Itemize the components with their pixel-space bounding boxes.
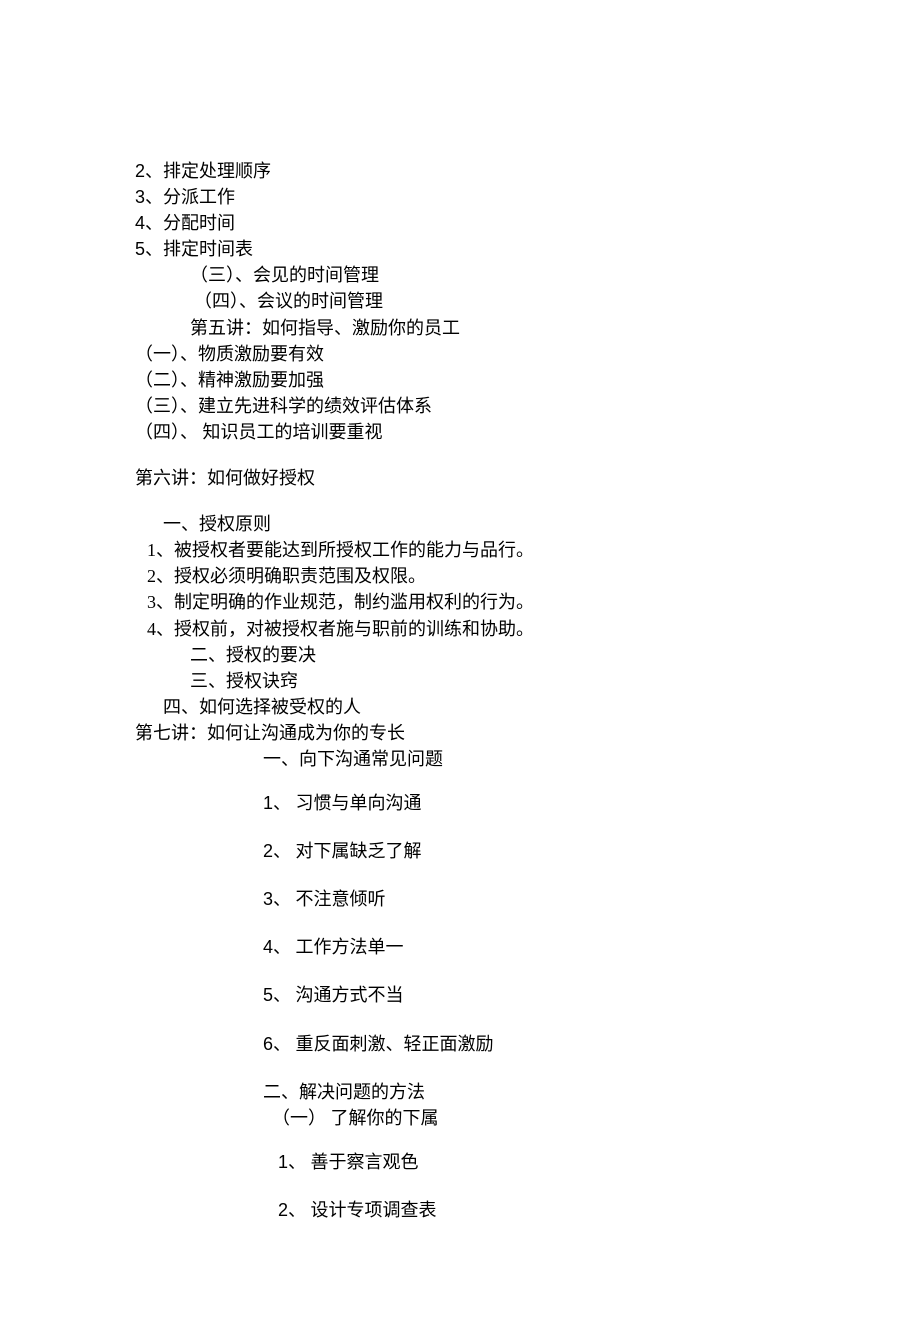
item-text: 设计专项调查表 (306, 1200, 437, 1220)
list-item: 2、 对下属缺乏了解 (135, 838, 820, 864)
lecture-5-title: 第五讲：如何指导、激励你的员工 (135, 315, 820, 341)
lecture-7-section-2-title: 二、解决问题的方法 (135, 1079, 820, 1105)
item-number: 5、 (135, 239, 163, 259)
item-number: 2、 (263, 841, 291, 861)
list-item: 5、排定时间表 (135, 236, 820, 262)
item-text: 沟通方式不当 (291, 985, 404, 1005)
list-item: 1、被授权者要能达到所授权工作的能力与品行。 (135, 537, 820, 563)
list-item: 1、 习惯与单向沟通 (135, 790, 820, 816)
item-text: 排定处理顺序 (163, 161, 271, 181)
item-number: 3、 (135, 187, 163, 207)
list-item: 3、分派工作 (135, 184, 820, 210)
list-item: 3、制定明确的作业规范，制约滥用权利的行为。 (135, 589, 820, 615)
item-number: 2、 (135, 161, 163, 181)
list-item: 2、 设计专项调查表 (135, 1197, 820, 1223)
item-number: 2、 (278, 1200, 306, 1220)
list-item: 6、 重反面刺激、轻正面激励 (135, 1031, 820, 1057)
lecture-6-section-1-title: 一、授权原则 (135, 511, 820, 537)
subsection-title: （四）、会议的时间管理 (135, 288, 820, 314)
list-item: 5、 沟通方式不当 (135, 982, 820, 1008)
list-item: （一）、物质激励要有效 (135, 341, 820, 367)
item-number: 6、 (263, 1034, 291, 1054)
item-text: 重反面刺激、轻正面激励 (291, 1034, 494, 1054)
list-item: 四、如何选择被受权的人 (135, 694, 820, 720)
item-number: 3、 (263, 889, 291, 909)
list-item: 2、排定处理顺序 (135, 158, 820, 184)
list-item: （四）、 知识员工的培训要重视 (135, 419, 820, 445)
item-text: 工作方法单一 (291, 937, 404, 957)
lecture-7-title: 第七讲：如何让沟通成为你的专长 (135, 720, 820, 746)
list-item: 二、授权的要决 (135, 642, 820, 668)
list-item: （二）、精神激励要加强 (135, 367, 820, 393)
item-text: 对下属缺乏了解 (291, 841, 422, 861)
item-text: 排定时间表 (163, 239, 253, 259)
item-number: 1、 (263, 793, 291, 813)
subsection-title: （三）、会见的时间管理 (135, 262, 820, 288)
item-number: 1、 (278, 1152, 306, 1172)
list-item: 4、 工作方法单一 (135, 934, 820, 960)
list-item: 1、 善于察言观色 (135, 1149, 820, 1175)
lecture-7-section-1-title: 一、向下沟通常见问题 (135, 746, 820, 772)
lecture-6-title: 第六讲：如何做好授权 (135, 465, 820, 491)
lecture-7-section-2-sub1: （一） 了解你的下属 (135, 1105, 820, 1131)
list-item: 4、分配时间 (135, 210, 820, 236)
item-text: 不注意倾听 (291, 889, 386, 909)
list-item: （三）、建立先进科学的绩效评估体系 (135, 393, 820, 419)
item-text: 善于察言观色 (306, 1152, 419, 1172)
list-item: 2、授权必须明确职责范围及权限。 (135, 563, 820, 589)
item-number: 5、 (263, 985, 291, 1005)
item-text: 分派工作 (163, 187, 235, 207)
item-text: 分配时间 (163, 213, 235, 233)
item-text: 习惯与单向沟通 (291, 793, 422, 813)
item-number: 4、 (135, 213, 163, 233)
item-number: 4、 (263, 937, 291, 957)
list-item: 3、 不注意倾听 (135, 886, 820, 912)
document-page: 2、排定处理顺序 3、分派工作 4、分配时间 5、排定时间表 （三）、会见的时间… (0, 0, 920, 1323)
list-item: 4、授权前，对被授权者施与职前的训练和协助。 (135, 616, 820, 642)
list-item: 三、授权诀窍 (135, 668, 820, 694)
